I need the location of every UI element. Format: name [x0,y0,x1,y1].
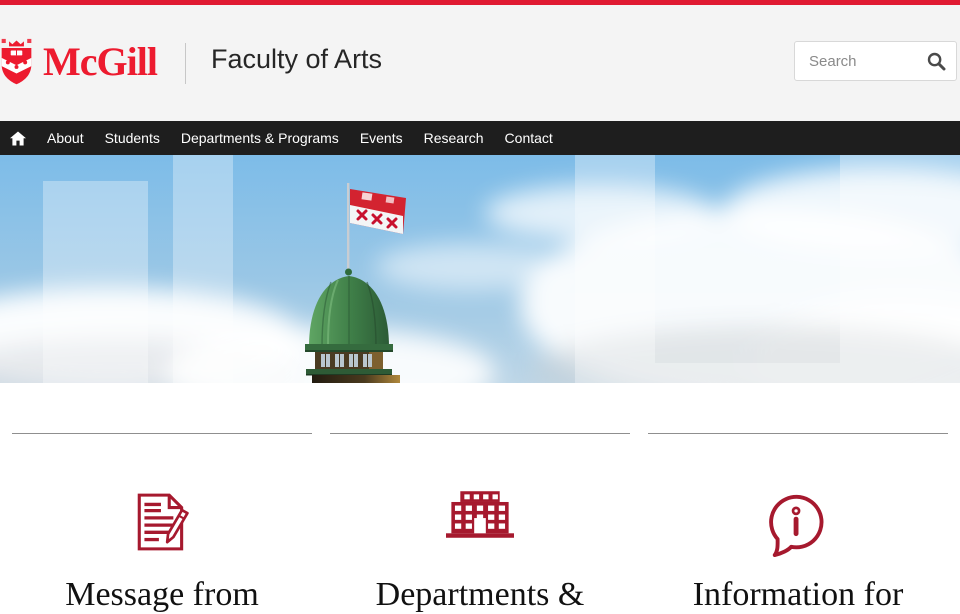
main-nav: About Students Departments & Programs Ev… [0,121,960,155]
search-box [794,41,957,81]
site-header: McGill Faculty of Arts [0,5,960,121]
hero-image [0,155,960,383]
card-message-from[interactable]: Message from [12,433,312,614]
mcgill-crest-icon [0,37,33,87]
nav-home[interactable] [10,131,26,146]
card-title[interactable]: Information for [648,575,948,614]
nav-item-contact[interactable]: Contact [505,130,553,146]
card-departments[interactable]: Departments & [330,433,630,614]
quick-links-section: Message from [0,383,960,614]
card-information-for[interactable]: Information for [648,433,948,614]
info-speech-icon [648,491,948,553]
document-pencil-icon [12,491,312,553]
nav-item-departments-programs[interactable]: Departments & Programs [181,130,339,146]
nav-item-research[interactable]: Research [424,130,484,146]
nav-item-events[interactable]: Events [360,130,403,146]
building-icon [330,491,630,553]
mcgill-logo[interactable]: McGill [0,37,157,87]
card-title[interactable]: Message from [12,575,312,614]
page-title: Faculty of Arts [211,44,382,75]
card-title[interactable]: Departments & [330,575,630,614]
search-input[interactable] [807,52,927,71]
search-icon[interactable] [927,52,946,71]
home-icon [10,131,26,146]
mcgill-wordmark: McGill [43,42,157,82]
nav-item-about[interactable]: About [47,130,84,146]
nav-item-students[interactable]: Students [105,130,160,146]
header-divider [185,43,186,84]
